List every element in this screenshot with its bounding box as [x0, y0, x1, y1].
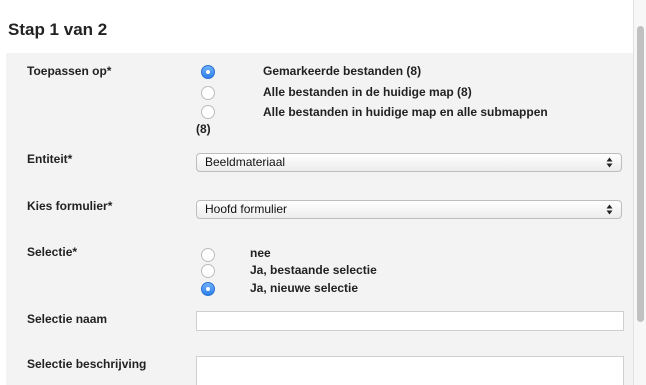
- select-arrows-icon: [606, 204, 613, 215]
- vertical-scrollbar[interactable]: [633, 0, 646, 385]
- option-selectie-nee: nee: [250, 246, 271, 260]
- entiteit-label: Entiteit*: [27, 152, 73, 166]
- option-alle-bestanden-huidige-map: Alle bestanden in de huidige map (8): [263, 85, 472, 99]
- entiteit-select-value: Beeldmateriaal: [205, 155, 286, 169]
- kies-formulier-label: Kies formulier*: [27, 199, 113, 213]
- option-selectie-bestaande: Ja, bestaande selectie: [250, 263, 377, 277]
- selectie-naam-label: Selectie naam: [27, 312, 108, 326]
- selectie-label: Selectie*: [27, 245, 78, 259]
- formulier-select-value: Hoofd formulier: [205, 202, 288, 216]
- toepassen-op-label: Toepassen op*: [27, 64, 112, 78]
- selectie-beschrijving-label: Selectie beschrijving: [27, 357, 147, 371]
- step-title: Stap 1 van 2: [8, 20, 108, 39]
- formulier-select[interactable]: Hoofd formulier: [196, 200, 622, 219]
- entiteit-select[interactable]: Beeldmateriaal: [196, 153, 622, 172]
- option-submappen-count: (8): [196, 122, 211, 136]
- radio-alle-bestanden-huidige-map[interactable]: [201, 86, 215, 100]
- selectie-naam-input[interactable]: [196, 311, 624, 331]
- radio-selectie-nee[interactable]: [201, 248, 215, 262]
- option-selectie-nieuwe: Ja, nieuwe selectie: [250, 281, 359, 295]
- option-alle-bestanden-submappen: Alle bestanden in huidige map en alle su…: [263, 105, 548, 119]
- radio-gemarkeerde-bestanden[interactable]: [201, 65, 215, 79]
- scrollbar-thumb[interactable]: [637, 26, 644, 322]
- radio-selectie-nieuwe[interactable]: [201, 282, 215, 296]
- selectie-beschrijving-textarea[interactable]: [196, 356, 624, 385]
- select-arrows-icon: [606, 157, 613, 168]
- option-gemarkeerde-bestanden: Gemarkeerde bestanden (8): [263, 64, 422, 78]
- form-panel: [6, 53, 633, 385]
- radio-alle-bestanden-submappen[interactable]: [201, 105, 215, 119]
- radio-selectie-bestaande[interactable]: [201, 264, 215, 278]
